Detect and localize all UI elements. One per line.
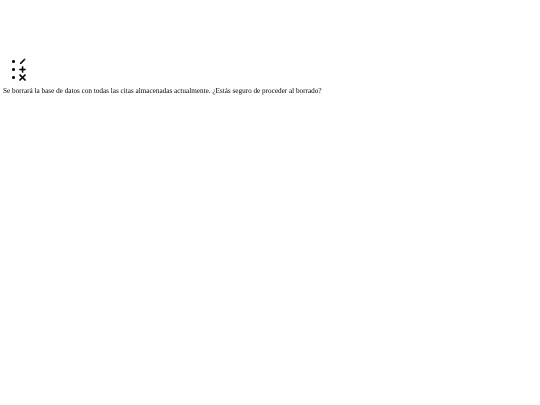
page: Se borrará la base de datos con todas la…	[0, 0, 540, 405]
list-item-edit[interactable]	[12, 58, 32, 65]
list-item-delete[interactable]	[12, 74, 32, 81]
bullet-icon	[12, 76, 15, 79]
bullet-icon	[12, 60, 15, 63]
plus-icon[interactable]	[19, 66, 26, 73]
action-list	[12, 58, 32, 82]
list-item-add[interactable]	[12, 66, 32, 73]
confirm-delete-message: Se borrará la base de datos con todas la…	[3, 87, 322, 95]
bullet-icon	[12, 68, 15, 71]
pencil-icon[interactable]	[19, 58, 26, 65]
close-icon[interactable]	[19, 74, 26, 81]
